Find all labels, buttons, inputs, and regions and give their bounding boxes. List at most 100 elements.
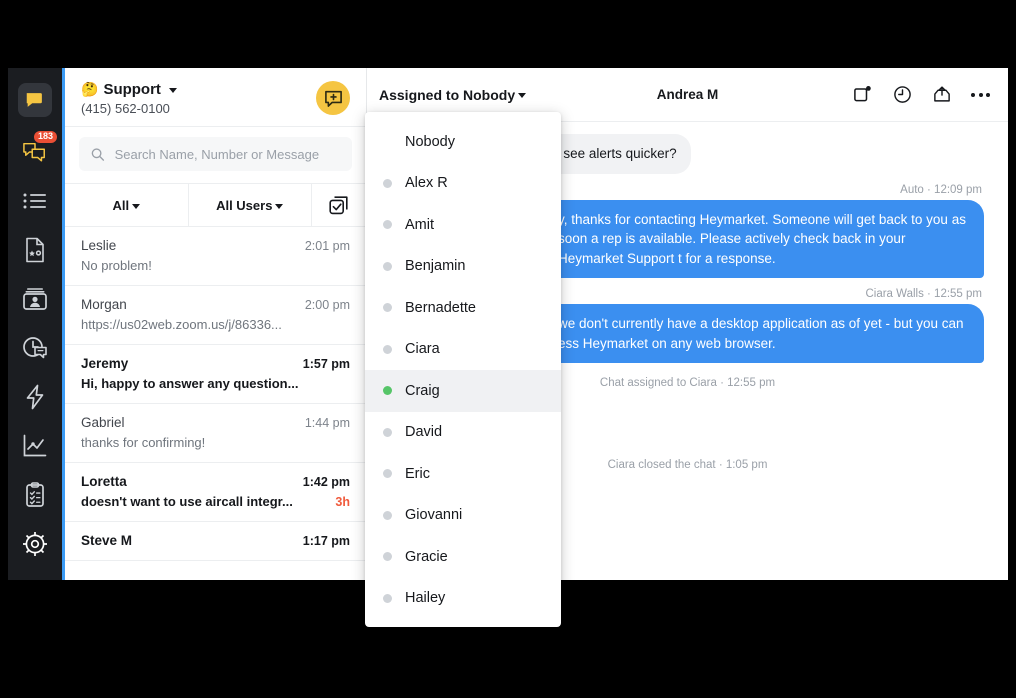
sidebar-item-heymarket-logo[interactable] <box>11 76 59 124</box>
sidebar-item-campaigns[interactable] <box>11 471 59 519</box>
conversation-preview: thanks for confirming! <box>81 435 206 450</box>
conversation-age: 3h <box>335 495 350 509</box>
chat-header-actions <box>851 84 990 106</box>
chat-bubbles-icon <box>23 142 45 162</box>
presence-dot <box>383 386 392 396</box>
assignee-option-label: Amit <box>405 216 434 233</box>
sidebar-item-scheduled[interactable] <box>11 324 59 372</box>
inbox-title: Support <box>103 81 161 98</box>
filter-users-label: All Users <box>216 197 273 213</box>
compose-message-button[interactable] <box>316 81 350 115</box>
conversation-list-panel: 🤔 Support (415) 562-0100 Search Name, Nu… <box>62 68 367 580</box>
mark-unread-icon <box>853 86 871 102</box>
assignee-option[interactable]: Hailey <box>365 578 561 620</box>
conversations-unread-badge: 183 <box>33 131 57 143</box>
assignee-option[interactable]: Nobody <box>365 121 561 163</box>
assignee-option[interactable]: Benjamin <box>365 246 561 288</box>
inbox-selector[interactable]: 🤔 Support <box>81 81 177 98</box>
assignee-option[interactable]: Ciara <box>365 329 561 371</box>
assignee-option-label: Giovanni <box>405 507 463 524</box>
assignee-option-label: Benjamin <box>405 258 466 275</box>
assignee-option[interactable]: Craig <box>365 370 561 412</box>
more-options-button[interactable] <box>971 92 990 97</box>
filter-status-dropdown[interactable]: All <box>65 184 189 226</box>
search-input[interactable] <box>114 146 340 162</box>
sidebar-item-templates[interactable] <box>11 226 59 274</box>
history-button[interactable] <box>891 84 913 106</box>
assignee-option[interactable]: Gracie <box>365 536 561 578</box>
conversation-list[interactable]: Leslie 2:01 pm No problem! Morgan 2:00 p… <box>65 227 366 580</box>
conversation-item[interactable]: Morgan 2:00 pm https://us02web.zoom.us/j… <box>65 286 366 345</box>
assignee-option[interactable]: Amit <box>365 204 561 246</box>
chevron-down-icon <box>518 93 527 98</box>
chevron-down-icon <box>132 203 141 209</box>
conversation-item[interactable]: Jeremy 1:57 pm Hi, happy to answer any q… <box>65 345 366 404</box>
conversation-name: Leslie <box>81 238 117 253</box>
filter-status-label: All <box>112 197 130 213</box>
conversation-item[interactable]: Gabriel 1:44 pm thanks for confirming! <box>65 404 366 463</box>
export-button[interactable] <box>931 84 953 106</box>
mark-unread-button[interactable] <box>851 84 873 106</box>
sidebar-item-settings[interactable] <box>11 520 59 568</box>
sidebar-item-conversations[interactable]: 183 <box>11 128 59 176</box>
presence-dot <box>383 261 392 271</box>
conversation-name: Jeremy <box>81 356 129 371</box>
inbox-phone-number: (415) 562-0100 <box>81 101 170 116</box>
sidebar-item-contacts[interactable] <box>11 275 59 323</box>
archive-upload-icon <box>934 86 950 102</box>
document-star-icon <box>26 237 44 263</box>
multi-select-checkbox-icon <box>329 196 348 215</box>
conversation-preview: doesn't want to use aircall integr... <box>81 494 293 509</box>
inbox-emoji-icon: 🤔 <box>81 81 99 97</box>
conversation-preview: No problem! <box>81 258 152 273</box>
assignee-option[interactable]: David <box>365 412 561 454</box>
sidebar-item-reports[interactable] <box>11 422 59 470</box>
conversation-time: 1:17 pm <box>302 534 350 548</box>
conversation-filter-bar: All All Users <box>65 183 366 227</box>
assignee-option[interactable]: Bernadette <box>365 287 561 329</box>
assignee-option-label: Gracie <box>405 548 448 565</box>
screen: 183 🤔 Support (415) 562-0100 Search Name… <box>0 0 1016 698</box>
presence-dot <box>383 593 392 603</box>
list-icon <box>23 193 46 209</box>
conversation-item[interactable]: Leslie 2:01 pm No problem! <box>65 227 366 286</box>
clock-bubble-icon <box>23 337 47 359</box>
presence-dot <box>383 427 392 437</box>
assignee-dropdown-menu[interactable]: Nobody Alex R Amit Benjamin Bernadette C… <box>365 112 561 627</box>
chevron-down-icon <box>168 88 177 93</box>
sidebar-item-automations[interactable] <box>11 373 59 421</box>
search-box[interactable] <box>79 137 352 171</box>
multi-select-button[interactable] <box>312 184 366 226</box>
more-options-icon <box>971 92 975 97</box>
sidebar-item-lists[interactable] <box>11 177 59 225</box>
conversation-item[interactable]: Steve M 1:17 pm <box>65 522 366 561</box>
contact-card-icon <box>23 288 47 310</box>
presence-dot <box>383 178 392 188</box>
presence-dot <box>383 220 392 230</box>
conversation-item[interactable]: Loretta 1:42 pm doesn't want to use airc… <box>65 463 366 522</box>
assignee-option-label: Craig <box>405 382 440 399</box>
conversation-name: Steve M <box>81 533 133 548</box>
assignee-option-label: Ciara <box>405 341 440 358</box>
assignee-option-label: Eric <box>405 465 430 482</box>
conversation-time: 1:57 pm <box>302 357 350 371</box>
filter-users-dropdown[interactable]: All Users <box>189 184 312 226</box>
conversation-time: 1:42 pm <box>302 475 350 489</box>
assignee-option[interactable]: Alex R <box>365 163 561 205</box>
presence-dot <box>383 137 392 146</box>
assignee-dropdown-button[interactable]: Assigned to Nobody <box>379 86 527 103</box>
presence-dot <box>383 344 392 354</box>
logo-tile <box>18 83 52 117</box>
assignee-option-label: Hailey <box>405 590 446 607</box>
conversation-time: 2:00 pm <box>304 298 350 312</box>
presence-dot <box>383 552 392 562</box>
search-area <box>65 127 366 183</box>
assignee-option[interactable]: Giovanni <box>365 495 561 537</box>
compose-message-icon <box>324 90 342 107</box>
primary-navigation-rail: 183 <box>8 68 62 580</box>
conversation-preview: Hi, happy to answer any question... <box>81 376 299 391</box>
message-bubble-outgoing: we don't currently have a desktop applic… <box>544 304 984 364</box>
assignee-option[interactable]: Eric <box>365 453 561 495</box>
clipboard-checklist-icon <box>26 482 44 507</box>
assignee-label: Assigned to Nobody <box>379 86 516 103</box>
